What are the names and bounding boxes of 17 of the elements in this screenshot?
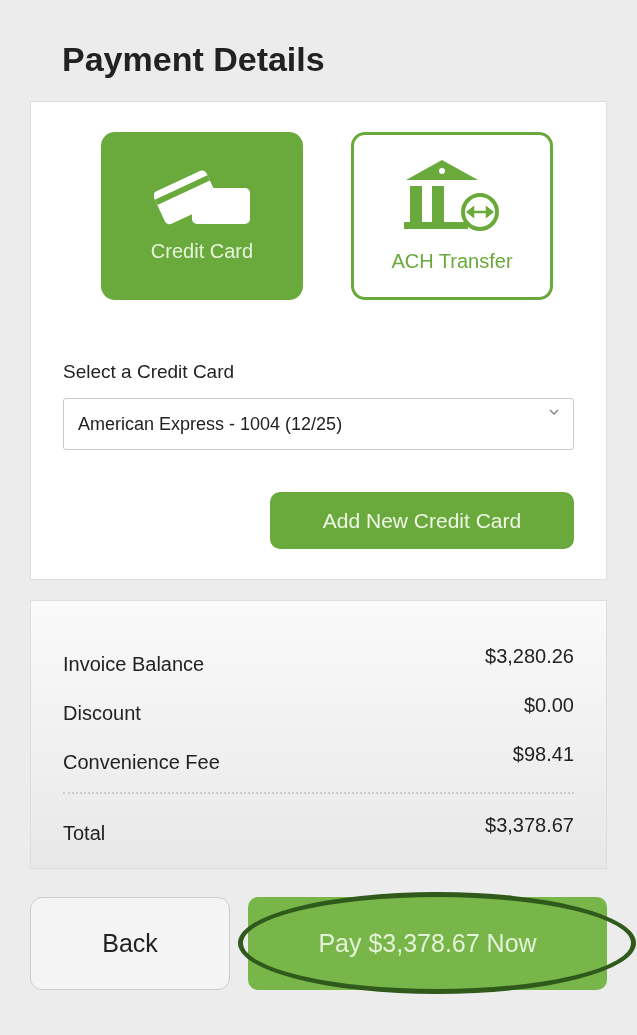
add-credit-card-button[interactable]: Add New Credit Card <box>270 492 574 549</box>
summary-amount: $98.41 <box>512 742 574 767</box>
field-label: Select a Credit Card <box>63 359 236 384</box>
credit-card-select[interactable]: American Express - 1004 (12/25) <box>63 398 574 450</box>
payment-method-tile[interactable]: ACH Transfer <box>351 131 553 300</box>
summary-label: Invoice Balance <box>63 652 205 677</box>
total-label: Total <box>63 821 106 846</box>
summary-label: Convenience Fee <box>63 750 220 775</box>
summary-amount: $0.00 <box>523 693 574 718</box>
page-title: Payment Details <box>62 39 326 80</box>
summary-amount: $3,280.26 <box>485 644 574 669</box>
back-button[interactable]: Back <box>30 897 230 990</box>
total-amount: $3,378.67 <box>485 813 574 838</box>
pay-now-button[interactable]: Pay $3,378.67 Now <box>248 897 607 990</box>
chevron-down-icon <box>549 409 559 415</box>
summary-label: Discount <box>63 701 141 726</box>
payment-method-tile[interactable]: Credit Card <box>101 131 303 300</box>
